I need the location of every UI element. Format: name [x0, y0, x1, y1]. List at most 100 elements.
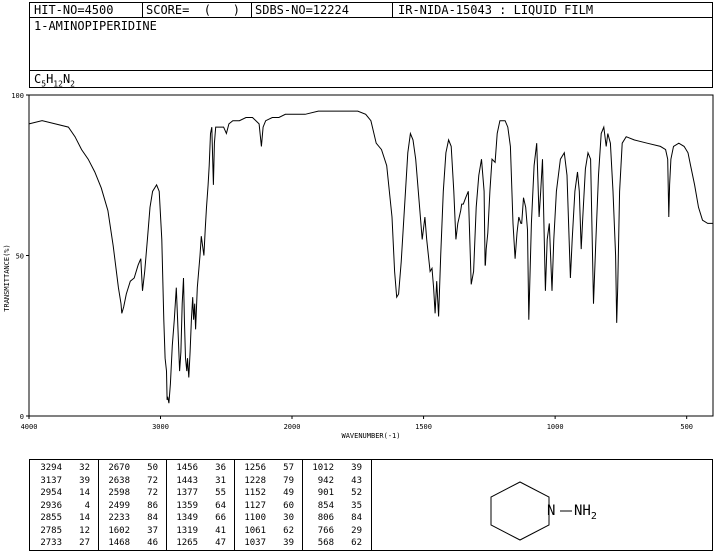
peak-transmittance: 4 [84, 500, 90, 511]
peak-wavenumber: 2233 [108, 513, 130, 523]
peak-wavenumber: 942 [317, 475, 334, 486]
peak-transmittance: 27 [79, 538, 90, 548]
peak-transmittance: 57 [283, 463, 294, 473]
peak-transmittance: 36 [215, 463, 226, 473]
x-axis-label: WAVENUMBER(-1) [341, 432, 400, 440]
peak-transmittance: 55 [215, 488, 226, 498]
peak-wavenumber: 1359 [176, 500, 198, 511]
peak-transmittance: 66 [215, 513, 226, 523]
peak-transmittance: 86 [147, 500, 158, 511]
peak-wavenumber: 1061 [244, 525, 266, 536]
peak-wavenumber: 1256 [244, 463, 266, 473]
peak-wavenumber: 1377 [176, 488, 198, 498]
molecular-structure: N NH2 [490, 481, 597, 541]
peak-transmittance: 43 [351, 475, 362, 486]
ir-info: IR-NIDA-15043 : LIQUID FILM [398, 3, 594, 17]
peak-wavenumber: 1100 [244, 513, 266, 523]
peak-wavenumber: 3294 [40, 463, 62, 473]
peak-wavenumber: 1037 [244, 538, 266, 548]
score-field: SCORE= ( ) [146, 3, 240, 17]
peak-transmittance: 49 [283, 488, 294, 498]
peak-column: 1456 36 1443 31 1377 55 1359 64 1349 66 1319 41 1265… [166, 460, 235, 550]
peak-transmittance: 52 [351, 488, 362, 498]
peak-transmittance: 12 [79, 525, 90, 536]
peak-transmittance: 84 [351, 513, 362, 523]
peak-transmittance: 37 [147, 525, 158, 536]
peak-transmittance: 84 [147, 513, 158, 523]
y-tick-label: 50 [16, 253, 24, 261]
peak-transmittance: 72 [147, 475, 158, 486]
x-tick-label: 500 [680, 423, 693, 431]
peak-wavenumber: 568 [317, 538, 334, 548]
peak-wavenumber: 2598 [108, 488, 130, 498]
peak-wavenumber: 806 [317, 513, 334, 523]
peak-wavenumber: 1468 [108, 538, 130, 548]
peak-wavenumber: 1152 [244, 488, 266, 498]
ring-nitrogen-label: N [547, 503, 555, 519]
peak-transmittance: 29 [351, 525, 362, 536]
compound-name-box: 1-AMINOPIPERIDINE [29, 17, 713, 71]
peak-transmittance: 47 [215, 538, 226, 548]
peak-wavenumber: 1319 [176, 525, 198, 536]
peak-wavenumber: 901 [317, 488, 334, 498]
peak-transmittance: 39 [351, 463, 362, 473]
x-tick-label: 1000 [547, 423, 564, 431]
spectrum-line [28, 110, 713, 404]
y-tick-label: 0 [20, 413, 24, 421]
peak-transmittance: 39 [79, 475, 90, 486]
peak-transmittance: 60 [283, 500, 294, 511]
peak-wavenumber: 1443 [176, 475, 198, 486]
peak-transmittance: 62 [351, 538, 362, 548]
peak-wavenumber: 2499 [108, 500, 130, 511]
peak-wavenumber: 2954 [40, 488, 62, 498]
peak-wavenumber: 1349 [176, 513, 198, 523]
peak-transmittance: 41 [215, 525, 226, 536]
ir-spectrum-chart: 0 50 100 4000 3000 2000 1500 1000 500 TRANSMITT… [3, 92, 714, 440]
spectrum-header: HIT-NO=4500 SCORE= ( ) SDBS-NO=12224 IR-… [29, 2, 713, 18]
peak-wavenumber: 1228 [244, 475, 266, 486]
peak-column: 2670 50 2638 72 2598 72 2499 86 2233 84 1602 37 1468… [98, 460, 167, 550]
peak-transmittance: 62 [283, 525, 294, 536]
peak-transmittance: 46 [147, 538, 158, 548]
y-tick-label: 100 [11, 92, 24, 100]
peak-transmittance: 39 [283, 538, 294, 548]
x-tick-label: 1500 [415, 423, 432, 431]
peak-transmittance: 50 [147, 463, 158, 473]
peak-wavenumber: 1012 [312, 463, 334, 473]
amine-label: NH2 [574, 503, 597, 522]
peak-wavenumber: 2855 [40, 513, 62, 523]
peak-column: 1012 39 942 43 901 52 854 35 806 84 766 29 568 62 [302, 460, 371, 550]
peak-wavenumber: 1265 [176, 538, 198, 548]
peak-wavenumber: 2670 [108, 463, 130, 473]
peak-wavenumber: 2936 [40, 500, 62, 511]
peak-wavenumber: 2638 [108, 475, 130, 486]
peak-transmittance: 14 [79, 488, 90, 498]
x-tick-label: 2000 [284, 423, 301, 431]
peak-column: 3294 32 3137 39 2954 14 2936 4 2855 14 2785 12 2733 2… [30, 460, 99, 550]
peak-wavenumber: 2785 [40, 525, 62, 536]
piperidine-ring [490, 481, 550, 541]
sdbs-number: SDBS-NO=12224 [255, 3, 349, 17]
peak-transmittance: 35 [351, 500, 362, 511]
compound-name: 1-AMINOPIPERIDINE [34, 19, 157, 33]
peak-wavenumber: 3137 [40, 475, 62, 486]
peak-transmittance: 31 [215, 475, 226, 486]
y-axis-label: TRANSMITTANCE(%) [3, 244, 11, 311]
peak-transmittance: 32 [79, 463, 90, 473]
peak-wavenumber: 2733 [40, 538, 62, 548]
peak-transmittance: 30 [283, 513, 294, 523]
peak-transmittance: 79 [283, 475, 294, 486]
x-tick-label: 4000 [21, 423, 38, 431]
formula-box: C5H12N2 [29, 70, 713, 88]
peak-wavenumber: 766 [317, 525, 334, 536]
x-tick-label: 3000 [152, 423, 169, 431]
peak-transmittance: 72 [147, 488, 158, 498]
peak-wavenumber: 1602 [108, 525, 130, 536]
peak-wavenumber: 1456 [176, 463, 198, 473]
peak-transmittance: 64 [215, 500, 226, 511]
peak-wavenumber: 1127 [244, 500, 266, 511]
peak-transmittance: 14 [79, 513, 90, 523]
peak-wavenumber: 854 [317, 500, 334, 511]
peak-table: 3294 32 3137 39 2954 14 2936 4 2855 14 2785 12 2733 2… [29, 459, 372, 551]
structure-box: N NH2 [371, 459, 713, 551]
